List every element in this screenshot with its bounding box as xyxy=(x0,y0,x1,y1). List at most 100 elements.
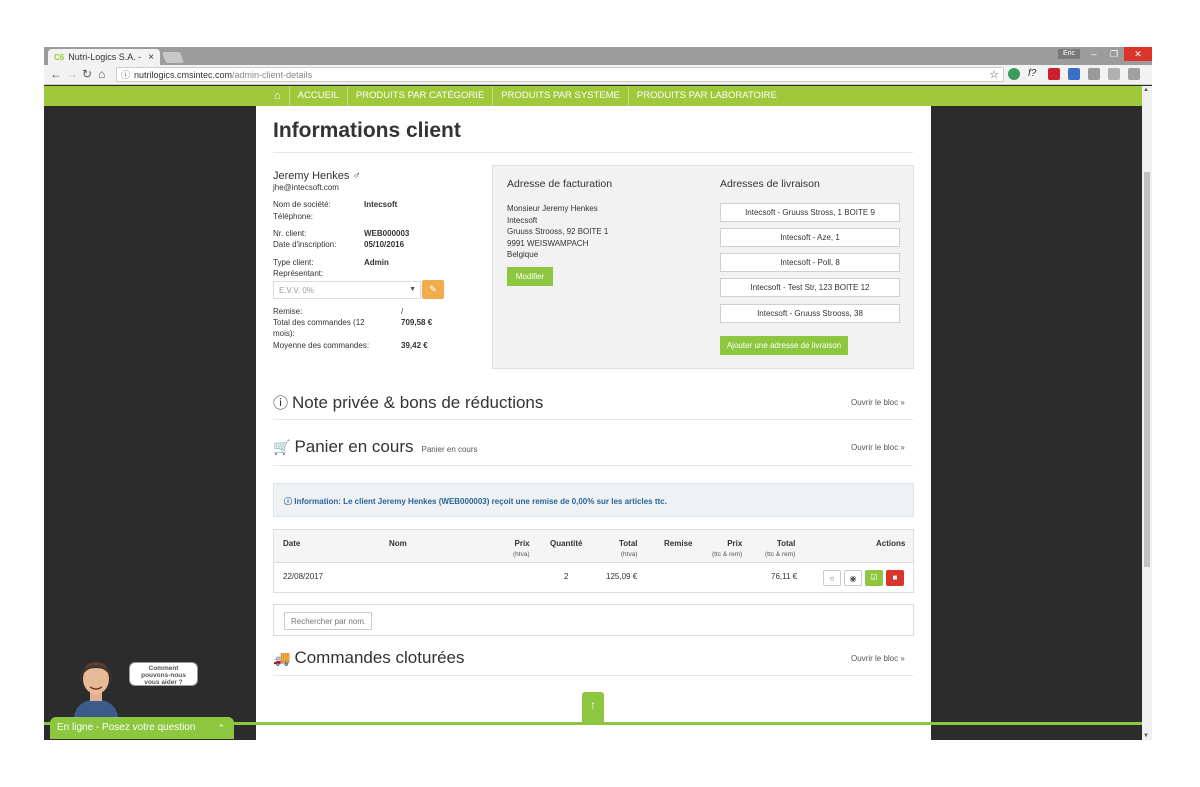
edit-representative-button[interactable]: ✎ xyxy=(422,280,444,299)
nav-produits-laboratoire[interactable]: PRODUITS PAR LABORATOIRE xyxy=(627,86,785,106)
open-block-label: Ouvrir le bloc xyxy=(851,443,899,452)
modify-billing-button[interactable]: Modifier xyxy=(507,267,553,286)
tab-bar: C6 Nutri-Logics S.A. - × Eric – ❐ ✕ xyxy=(44,47,1152,65)
avg-orders-value: 39,42 € xyxy=(401,341,428,350)
live-chat-label: En ligne - Posez votre question xyxy=(57,722,196,733)
nav-produits-categorie[interactable]: PRODUITS PAR CATÉGORIE xyxy=(346,86,492,106)
reload-icon[interactable]: ↻ xyxy=(82,67,92,81)
bookmark-star-icon[interactable]: ☆ xyxy=(989,68,999,81)
camera-extension-icon[interactable] xyxy=(1088,68,1100,80)
row-total-ttc: 76,11 € xyxy=(771,572,798,581)
col-total-ttc-sub: (ttc & rem) xyxy=(765,551,796,558)
comment-icon: ○ xyxy=(829,574,835,583)
scroll-up-icon[interactable]: ▲ xyxy=(1143,87,1149,93)
nav-accueil[interactable]: ACCUEIL xyxy=(288,86,347,106)
shipping-address-item[interactable]: Intecsoft - Poll, 8 xyxy=(720,253,900,272)
back-icon[interactable]: ← xyxy=(50,67,62,81)
chat-bubble[interactable]: Comment pouvons-nous vous aider ? xyxy=(129,662,198,686)
shipping-address-item[interactable]: Intecsoft - Gruuss Stross, 1 BOITE 9 xyxy=(720,203,900,222)
truck-icon: 🚚 xyxy=(273,650,291,666)
chevron-up-icon: ⌃ xyxy=(217,723,225,733)
closed-orders-section-header[interactable]: 🚚 Commandes cloturées xyxy=(273,648,465,668)
home-icon[interactable]: ⌂ xyxy=(98,67,105,81)
blue-extension-icon[interactable] xyxy=(1068,68,1080,80)
customer-name-text: Jeremy Henkes xyxy=(273,170,350,182)
info-icon[interactable]: ⓘ xyxy=(121,68,130,81)
scrollbar-thumb[interactable] xyxy=(1144,172,1150,567)
search-input[interactable] xyxy=(284,612,372,630)
billing-line: Monsieur Jeremy Henkes xyxy=(507,204,598,213)
close-window-icon[interactable]: ✕ xyxy=(1124,47,1152,61)
pdf-extension-icon[interactable] xyxy=(1048,68,1060,80)
shipping-address-item[interactable]: Intecsoft - Gruuss Strooss, 38 xyxy=(720,304,900,323)
validate-button[interactable]: ☑ xyxy=(865,570,883,586)
col-name: Nom xyxy=(389,539,407,548)
discount-value: / xyxy=(401,307,404,316)
divider xyxy=(273,675,913,676)
scroll-down-icon[interactable]: ▼ xyxy=(1143,733,1149,739)
font-extension-icon[interactable]: f? xyxy=(1028,68,1040,80)
note-section-header[interactable]: ⓘ Note privée & bons de réductions xyxy=(273,392,543,413)
arrow-up-icon: ↑ xyxy=(590,698,596,712)
view-button[interactable]: ◉ xyxy=(844,570,862,586)
forward-icon[interactable]: → xyxy=(66,67,78,81)
new-tab-button[interactable] xyxy=(161,52,185,63)
billing-title: Adresse de facturation xyxy=(507,178,613,190)
col-total-ttc-label: Total xyxy=(776,539,796,548)
support-avatar[interactable] xyxy=(66,655,126,717)
col-discount: Remise xyxy=(664,539,693,548)
gray-extension-icon[interactable] xyxy=(1108,68,1120,80)
representative-select[interactable]: E.V.V. 0% ▼ xyxy=(273,281,421,299)
trash-icon: ■ xyxy=(892,573,898,582)
tab-title: Nutri-Logics S.A. - xyxy=(68,52,142,62)
menu-dots-icon[interactable]: ⋮ xyxy=(1148,68,1152,80)
chevron-down-icon: ▼ xyxy=(409,286,416,293)
billing-line: Gruuss Strooss, 92 BOITE 1 xyxy=(507,227,609,236)
chat-bubble-line: pouvons-nous xyxy=(141,672,186,679)
extension-icon[interactable] xyxy=(1008,68,1020,80)
row-date: 22/08/2017 xyxy=(283,572,324,581)
avatar-shirt xyxy=(74,699,118,717)
live-chat-bar[interactable]: En ligne - Posez votre question ⌃ xyxy=(50,717,234,739)
address-bar: ← → ↻ ⌂ ⓘ nutrilogics.cmsintec.com/admin… xyxy=(44,65,1152,85)
nav-produits-systeme[interactable]: PRODUITS PAR SYSTEME xyxy=(492,86,628,106)
page-scrollbar[interactable]: ▲ ▼ xyxy=(1142,86,1152,740)
minimize-icon[interactable]: – xyxy=(1084,47,1104,61)
info-circle-icon: ⓘ xyxy=(273,395,289,412)
company-value: Intecsoft xyxy=(364,200,398,209)
total-orders-label-2: mois): xyxy=(273,329,295,338)
billing-line: 9991 WEISWAMPACH xyxy=(507,239,589,248)
client-type-value: Admin xyxy=(364,258,389,267)
comment-button[interactable]: ○ xyxy=(823,570,841,586)
open-note-block-link[interactable]: Ouvrir le bloc » xyxy=(851,398,905,407)
col-total-sub: (htva) xyxy=(620,551,638,558)
company-label: Nom de société: xyxy=(273,200,331,209)
col-price: Prix (htva) xyxy=(513,539,530,558)
billing-line: Belgique xyxy=(507,250,539,259)
note-section-title: Note privée & bons de réductions xyxy=(292,393,544,412)
delete-button[interactable]: ■ xyxy=(886,570,904,586)
scroll-top-button[interactable]: ↑ xyxy=(582,692,604,722)
content-panel: Informations client Jeremy Henkes ♂ jhe@… xyxy=(256,106,931,740)
shipping-address-item[interactable]: Intecsoft - Aze, 1 xyxy=(720,228,900,247)
browser-tab[interactable]: C6 Nutri-Logics S.A. - × xyxy=(48,49,160,65)
col-price-label: Prix xyxy=(514,539,530,548)
open-closed-block-link[interactable]: Ouvrir le bloc » xyxy=(851,654,905,663)
col-qty: Quantité xyxy=(550,539,583,548)
open-cart-block-link[interactable]: Ouvrir le bloc » xyxy=(851,443,905,452)
chevron-double-down-icon: » xyxy=(900,443,905,452)
client-nr-label: Nr. client: xyxy=(273,229,307,238)
home-nav-icon[interactable]: ⌂ xyxy=(266,86,289,106)
cart-section-header[interactable]: 🛒 Panier en cours Panier en cours xyxy=(273,437,478,457)
url-input[interactable]: ⓘ nutrilogics.cmsintec.com/admin-client-… xyxy=(116,67,1004,82)
shipping-address-item[interactable]: Intecsoft - Test Str, 123 BOITE 12 xyxy=(720,278,900,297)
user-badge[interactable]: Eric xyxy=(1058,49,1080,59)
maximize-icon[interactable]: ❐ xyxy=(1104,47,1124,61)
add-shipping-address-button[interactable]: Ajouter une adresse de livraison xyxy=(720,336,848,355)
tool-extension-icon[interactable] xyxy=(1128,68,1140,80)
url-host: nutrilogics.cmsintec.com xyxy=(134,69,233,80)
col-total: Total (htva) xyxy=(619,539,638,558)
close-tab-icon[interactable]: × xyxy=(148,52,154,63)
row-total: 125,09 € xyxy=(606,572,638,581)
col-price-ttc: Prix (ttc & rem) xyxy=(712,539,742,558)
